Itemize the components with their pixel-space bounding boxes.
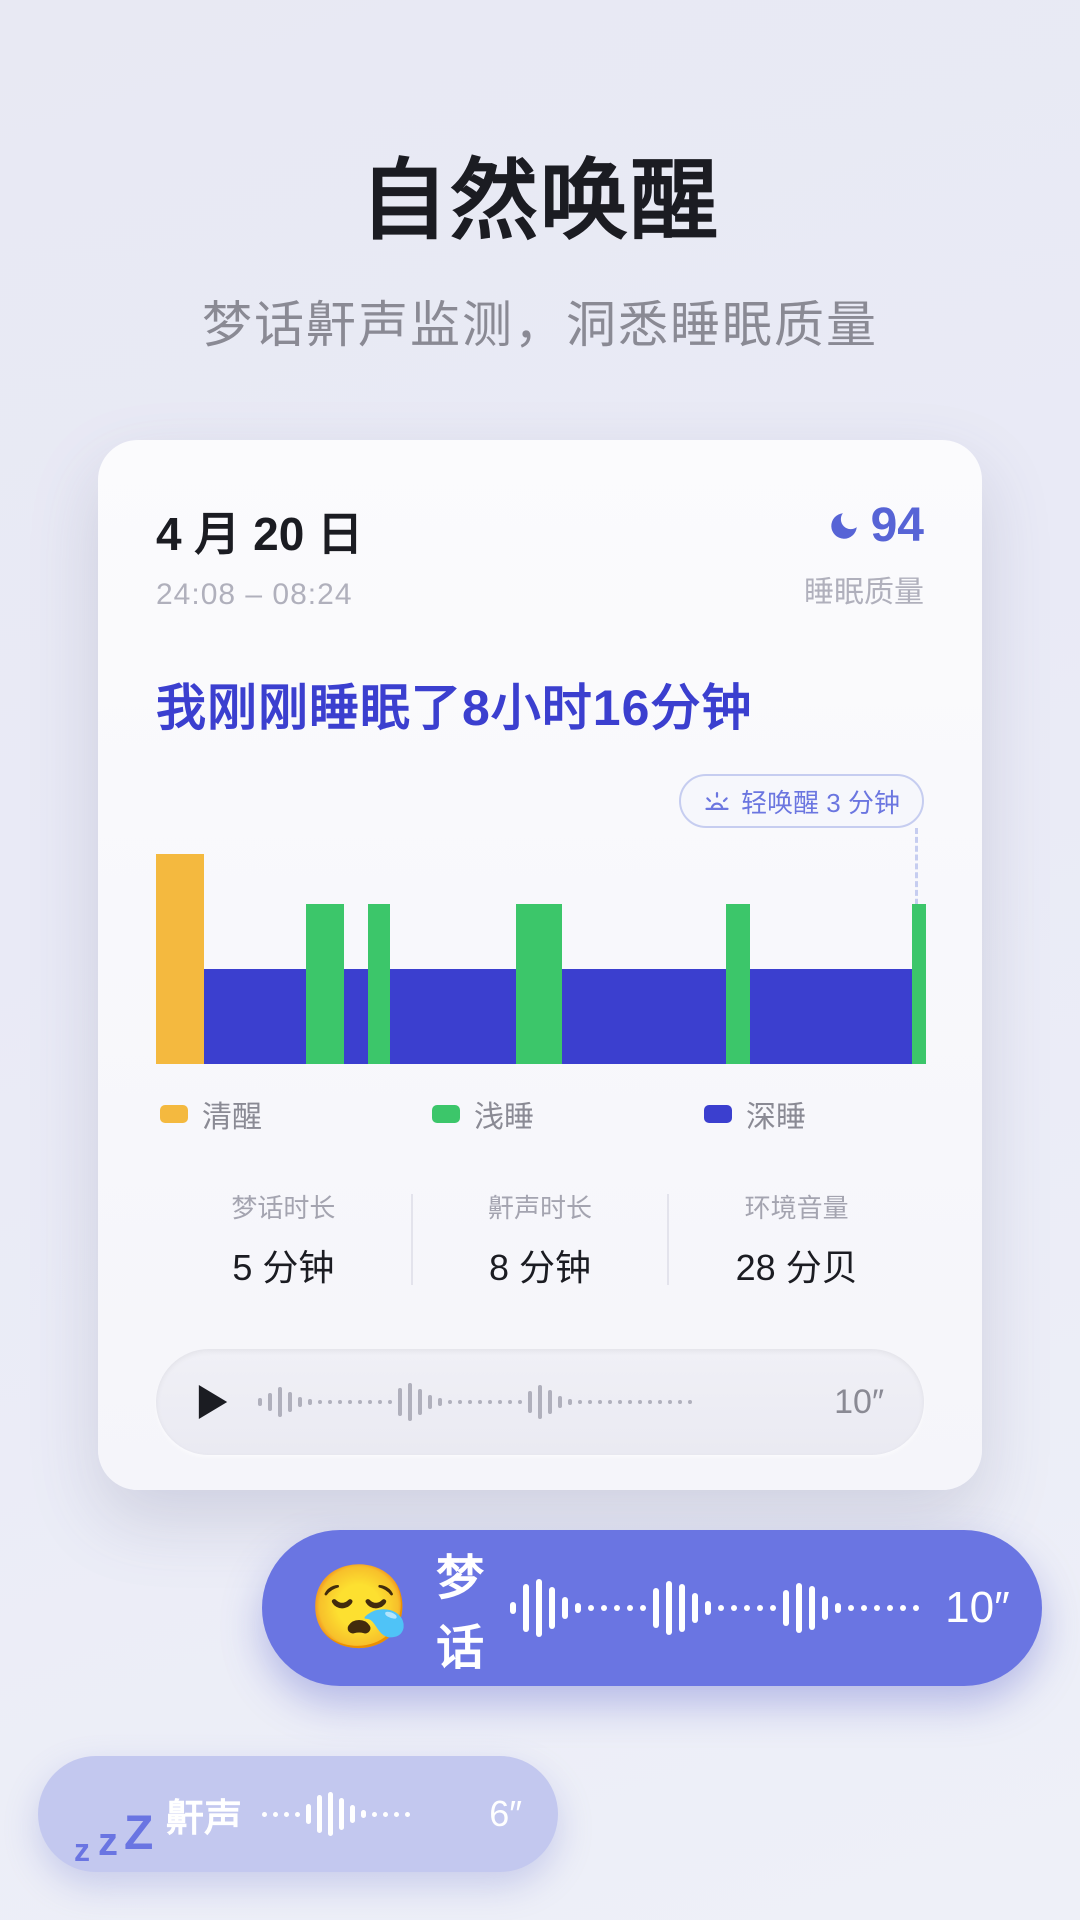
bar-awake xyxy=(156,854,204,1064)
sleep-score: 94 xyxy=(804,498,924,553)
legend-awake: 清醒 xyxy=(160,1092,262,1136)
play-icon[interactable] xyxy=(196,1382,230,1422)
sleep-report-card: 4 月 20 日 24:08 – 08:24 94 睡眠质量 我刚刚睡眠了8小时… xyxy=(98,440,982,1490)
dream-talk-bubble[interactable]: 😪 梦话 10″ xyxy=(262,1530,1042,1686)
hero-subtitle: 梦话鼾声监测，洞悉睡眠质量 xyxy=(0,285,1080,357)
sunrise-icon xyxy=(703,790,731,812)
report-time-range: 24:08 – 08:24 xyxy=(156,578,363,612)
legend-swatch-awake xyxy=(160,1105,188,1123)
report-date: 4 月 20 日 xyxy=(156,498,363,564)
audio-player[interactable]: 10″ xyxy=(156,1349,924,1455)
snore-bubble-duration: 6″ xyxy=(489,1793,522,1835)
stat-dream-talk: 梦话时长 5 分钟 xyxy=(156,1188,411,1291)
legend-swatch-light xyxy=(432,1105,460,1123)
player-waveform xyxy=(258,1377,806,1427)
bar-light xyxy=(726,904,750,1064)
legend-swatch-deep xyxy=(704,1105,732,1123)
stats-row: 梦话时长 5 分钟 鼾声时长 8 分钟 环境音量 28 分贝 xyxy=(156,1188,924,1291)
bar-light xyxy=(912,904,926,1064)
stat-snore: 鼾声时长 8 分钟 xyxy=(413,1188,668,1291)
hero-title: 自然唤醒 xyxy=(0,130,1080,257)
legend-light: 浅睡 xyxy=(432,1092,534,1136)
player-duration: 10″ xyxy=(834,1383,884,1422)
gentle-wake-label: 轻唤醒 3 分钟 xyxy=(741,783,900,820)
snore-bubble[interactable]: zzZ 鼾声 6″ xyxy=(38,1756,558,1872)
gentle-wake-pill[interactable]: 轻唤醒 3 分钟 xyxy=(679,774,924,828)
snore-bubble-label: 鼾声 xyxy=(166,1787,242,1842)
bar-light xyxy=(306,904,344,1064)
dream-bubble-duration: 10″ xyxy=(945,1583,1010,1633)
sleep-score-label: 睡眠质量 xyxy=(804,567,924,611)
chart-legend: 清醒 浅睡 深睡 xyxy=(156,1092,924,1136)
sleep-duration-headline: 我刚刚睡眠了8小时16分钟 xyxy=(156,668,924,740)
bar-light xyxy=(516,904,562,1064)
dream-bubble-waveform xyxy=(510,1578,919,1638)
stat-env-noise: 环境音量 28 分贝 xyxy=(669,1188,924,1291)
legend-deep: 深睡 xyxy=(704,1092,806,1136)
bar-light xyxy=(368,904,390,1064)
moon-icon xyxy=(827,509,861,543)
sleep-stage-chart: 轻唤醒 3 分钟 xyxy=(156,774,924,1064)
sleep-score-value: 94 xyxy=(871,498,924,553)
sleepy-face-icon: 😪 xyxy=(308,1567,410,1649)
snore-bubble-waveform xyxy=(262,1792,469,1836)
dream-bubble-label: 梦话 xyxy=(436,1538,484,1678)
